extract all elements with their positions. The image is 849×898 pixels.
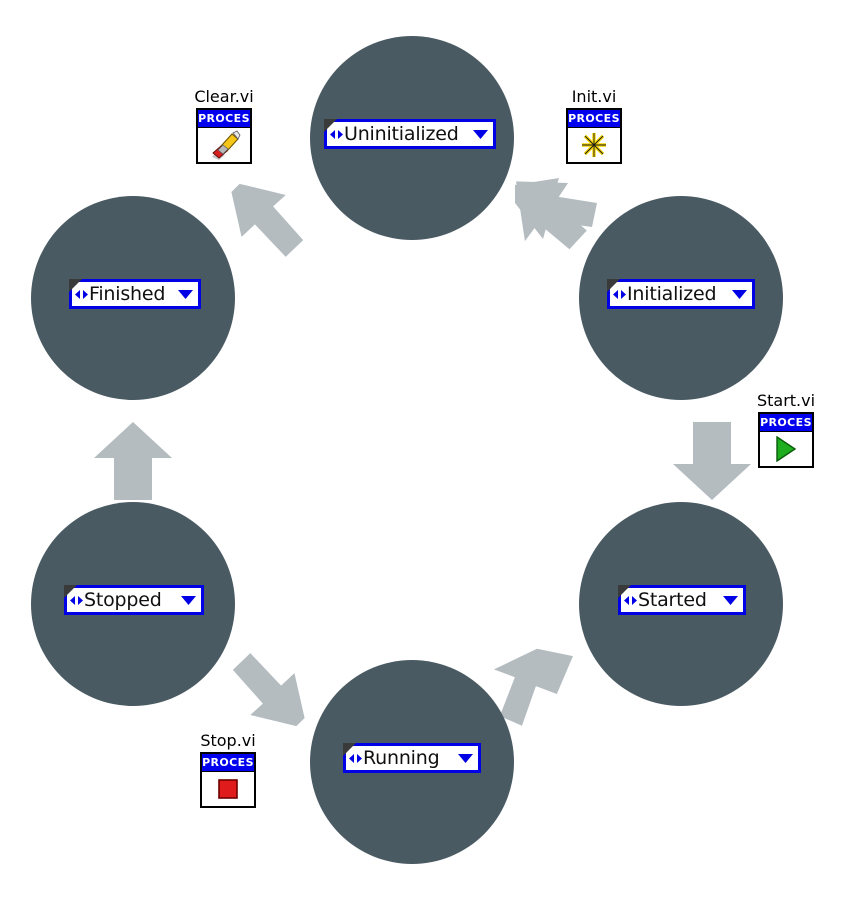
arrow-started-to-running bbox=[493, 648, 573, 726]
arrow-finished-to-uninitialized bbox=[231, 183, 304, 257]
stop-square-icon bbox=[202, 772, 254, 806]
chevron-down-icon[interactable] bbox=[731, 283, 748, 305]
increment-decrement-icon[interactable] bbox=[349, 747, 362, 769]
vi-band-label-start: PROCES bbox=[760, 414, 812, 432]
vi-icon-clear[interactable]: PROCES bbox=[196, 108, 252, 164]
chevron-down-icon[interactable] bbox=[180, 589, 197, 611]
arrow-uninitialized-to-initialized bbox=[515, 178, 597, 250]
asterisk-burst-icon bbox=[568, 128, 620, 162]
vi-caption-clear: Clear.vi bbox=[194, 87, 254, 106]
vi-block-stop[interactable]: Stop.vi PROCES bbox=[196, 732, 260, 808]
vi-band-label-stop: PROCES bbox=[202, 754, 254, 772]
vi-block-clear[interactable]: Clear.vi PROCES bbox=[192, 88, 256, 164]
enum-control-running[interactable]: Running bbox=[343, 743, 481, 773]
vi-band-label-clear: PROCES bbox=[198, 110, 250, 128]
state-label-started: Started bbox=[638, 589, 707, 611]
vi-caption-start: Start.vi bbox=[756, 391, 816, 410]
increment-decrement-icon[interactable] bbox=[624, 589, 637, 611]
increment-decrement-icon[interactable] bbox=[613, 283, 626, 305]
enum-control-initialized[interactable]: Initialized bbox=[607, 279, 755, 309]
vi-icon-stop[interactable]: PROCES bbox=[200, 752, 256, 808]
enum-control-finished[interactable]: Finished bbox=[69, 279, 201, 309]
chevron-down-icon[interactable] bbox=[722, 589, 739, 611]
increment-decrement-icon[interactable] bbox=[70, 589, 83, 611]
vi-icon-init[interactable]: PROCES bbox=[566, 108, 622, 164]
enum-control-stopped[interactable]: Stopped bbox=[64, 585, 204, 615]
enum-control-started[interactable]: Started bbox=[618, 585, 746, 615]
arrow-running-to-stopped bbox=[232, 653, 305, 727]
chevron-down-icon[interactable] bbox=[457, 747, 474, 769]
chevron-down-icon[interactable] bbox=[177, 283, 194, 305]
state-label-initialized: Initialized bbox=[627, 283, 717, 305]
vi-block-start[interactable]: Start.vi PROCES bbox=[754, 392, 818, 468]
eraser-pencil-icon bbox=[198, 128, 250, 162]
vi-caption-stop: Stop.vi bbox=[200, 731, 256, 750]
vi-block-init[interactable]: Init.vi PROCES bbox=[562, 88, 626, 164]
chevron-down-icon[interactable] bbox=[472, 123, 489, 145]
state-label-running: Running bbox=[363, 747, 440, 769]
state-label-finished: Finished bbox=[89, 283, 166, 305]
state-label-uninitialized: Uninitialized bbox=[344, 123, 459, 145]
vi-caption-init: Init.vi bbox=[571, 87, 617, 106]
enum-control-uninitialized[interactable]: Uninitialized bbox=[324, 119, 496, 149]
arrow-initialized-to-started bbox=[673, 422, 751, 500]
vi-band-label-init: PROCES bbox=[568, 110, 620, 128]
play-triangle-icon bbox=[760, 432, 812, 466]
state-machine-diagram: Uninitialized Initialized Started Runnin… bbox=[0, 0, 849, 898]
state-label-stopped: Stopped bbox=[84, 589, 162, 611]
increment-decrement-icon[interactable] bbox=[330, 123, 343, 145]
vi-icon-start[interactable]: PROCES bbox=[758, 412, 814, 468]
arrow-stopped-to-finished bbox=[94, 422, 172, 500]
increment-decrement-icon[interactable] bbox=[75, 283, 88, 305]
